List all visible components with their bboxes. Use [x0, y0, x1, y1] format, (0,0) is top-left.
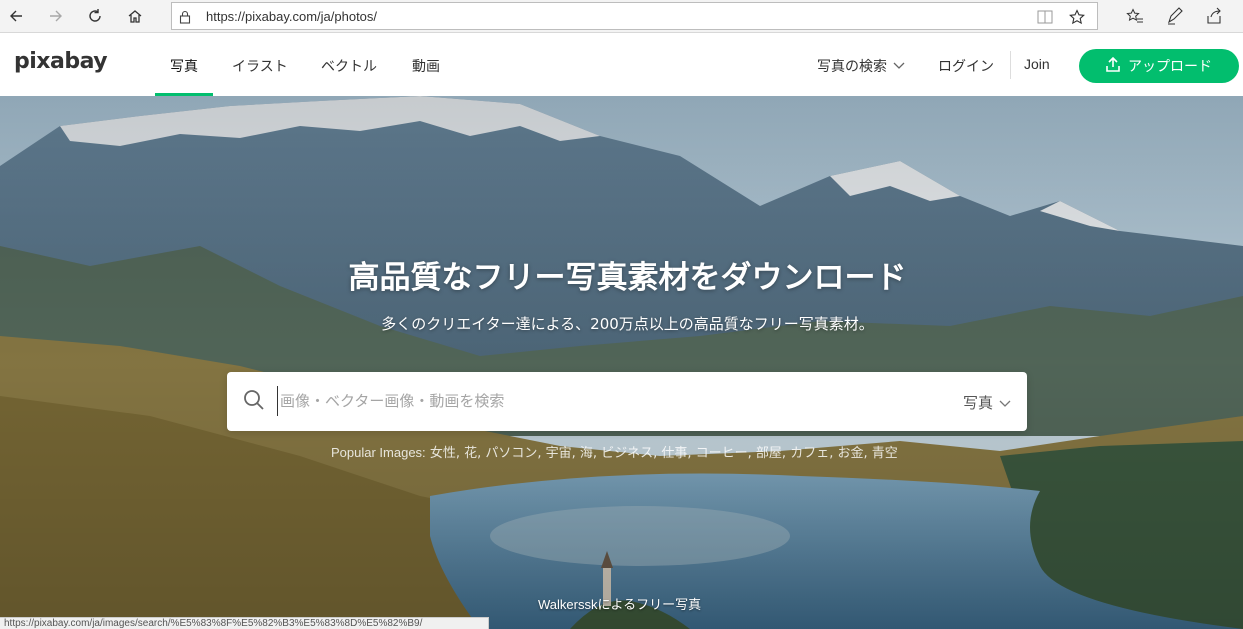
- tab-videos[interactable]: 動画: [412, 56, 440, 76]
- favorite-star-icon[interactable]: [1068, 8, 1086, 26]
- media-type-label: 写真: [962, 394, 993, 412]
- popular-terms[interactable]: 女性, 花, パソコン, 宇宙, 海, ビジネス, 仕事, コーヒー, 部屋, …: [430, 446, 898, 461]
- hero-title: 高品質なフリー写真素材をダウンロード: [348, 260, 907, 296]
- login-link[interactable]: ログイン: [938, 56, 994, 76]
- hero-subtitle: 多くのクリエイター達による、200万点以上の高品質なフリー写真素材。: [381, 315, 874, 333]
- chevron-down-icon: [893, 58, 905, 74]
- photo-credit: Walkersskによるフリー写真: [538, 594, 701, 613]
- media-type-select[interactable]: 写真: [963, 392, 1011, 413]
- credit-author-link[interactable]: Walkerssk: [538, 597, 597, 612]
- hero-section: 高品質なフリー写真素材をダウンロード 多くのクリエイター達による、200万点以上…: [0, 96, 1243, 629]
- popular-label: Popular Images:: [331, 445, 426, 460]
- popular-searches: Popular Images: 女性, 花, パソコン, 宇宙, 海, ビジネス…: [331, 442, 898, 461]
- back-icon[interactable]: [4, 4, 28, 28]
- pixabay-logo[interactable]: pixabay: [14, 49, 108, 74]
- upload-button[interactable]: アップロード: [1079, 49, 1239, 83]
- site-header: pixabay 写真 イラスト ベクトル 動画 写真の検索 ログイン Join …: [0, 33, 1243, 96]
- header-divider: [1010, 51, 1011, 79]
- pen-icon[interactable]: [1164, 5, 1186, 27]
- search-menu-dropdown[interactable]: 写真の検索: [817, 56, 905, 76]
- forward-icon[interactable]: [44, 4, 68, 28]
- hero-background-image: [0, 96, 1243, 629]
- chevron-down-icon: [999, 394, 1011, 412]
- share-icon[interactable]: [1203, 5, 1225, 27]
- reading-view-icon[interactable]: [1036, 8, 1054, 26]
- hero-search-bar: 写真: [227, 372, 1027, 431]
- home-icon[interactable]: [123, 4, 147, 28]
- address-bar[interactable]: https://pixabay.com/ja/photos/: [171, 2, 1098, 30]
- search-icon[interactable]: [243, 389, 265, 415]
- lock-icon: [179, 9, 191, 28]
- tab-photos[interactable]: 写真: [170, 56, 198, 76]
- status-bar-url: https://pixabay.com/ja/images/search/%E5…: [0, 617, 489, 629]
- join-link[interactable]: Join: [1024, 56, 1050, 72]
- upload-icon: [1106, 56, 1120, 76]
- tab-illustrations[interactable]: イラスト: [232, 56, 288, 76]
- credit-suffix: によるフリー写真: [597, 598, 702, 613]
- refresh-icon[interactable]: [83, 4, 107, 28]
- search-menu-label: 写真の検索: [817, 59, 887, 75]
- browser-toolbar: https://pixabay.com/ja/photos/: [0, 0, 1243, 33]
- search-input[interactable]: [277, 386, 917, 416]
- upload-label: アップロード: [1128, 59, 1212, 75]
- favorites-hub-icon[interactable]: [1124, 5, 1146, 27]
- tab-vectors[interactable]: ベクトル: [321, 56, 377, 76]
- url-text[interactable]: https://pixabay.com/ja/photos/: [206, 9, 377, 24]
